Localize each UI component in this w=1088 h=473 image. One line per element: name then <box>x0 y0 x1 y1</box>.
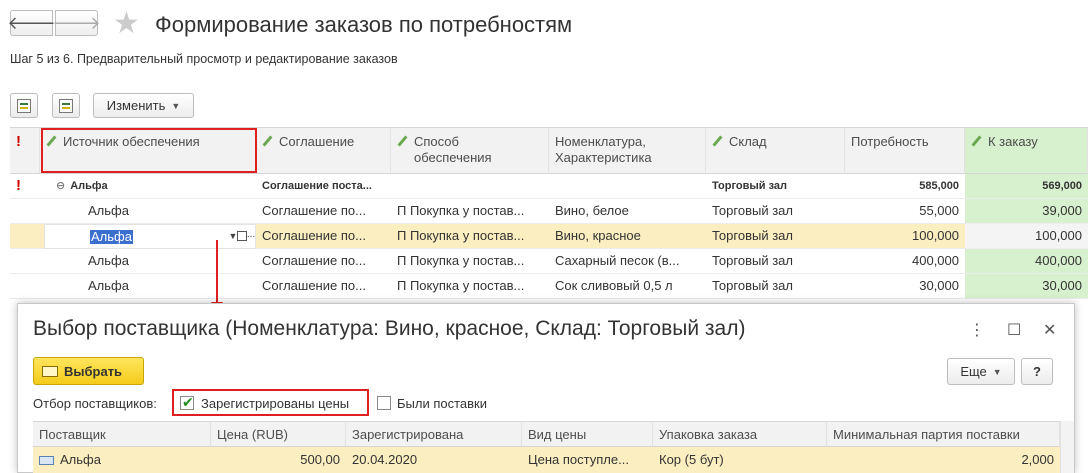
supplier-cell[interactable]: Альфа <box>33 447 211 473</box>
select-icon <box>42 365 58 377</box>
exclamation-icon: ! <box>16 133 21 150</box>
row-warehouse: Торговый зал <box>712 203 793 218</box>
column-header-agreement[interactable]: Соглашение <box>256 128 391 174</box>
row-to-order[interactable]: 39,000 <box>965 199 1088 223</box>
pencil-icon <box>397 136 408 147</box>
row-agreement: Соглашение по... <box>262 253 366 268</box>
table-row[interactable]: Альфа Соглашение по... П Покупка у поста… <box>10 199 1088 224</box>
column-header-warehouse[interactable]: Склад <box>706 128 845 174</box>
dialog-title: Выбор поставщика (Номенклатура: Вино, кр… <box>33 317 746 340</box>
column-header-min-batch[interactable]: Минимальная партия поставки <box>827 421 1060 447</box>
chevron-down-icon: ▼ <box>992 366 1002 377</box>
column-header-method[interactable]: Способ обеспечения <box>391 128 549 174</box>
price-type-cell[interactable]: Цена поступле... <box>522 447 653 473</box>
column-header-price[interactable]: Цена (RUB) <box>211 421 346 447</box>
dialog-menu-icon[interactable]: ⋮ <box>969 320 985 340</box>
exclamation-icon: ! <box>16 177 21 194</box>
open-form-icon[interactable] <box>237 231 247 241</box>
page-title: Формирование заказов по потребностям <box>155 12 573 37</box>
row-method: П Покупка у постав... <box>397 203 525 218</box>
group-need: 585,000 <box>919 180 959 192</box>
step-caption: Шаг 5 из 6. Предварительный просмотр и р… <box>10 52 398 66</box>
arrow-left-icon: 🡐 <box>7 12 56 33</box>
row-item: Вино, белое <box>555 203 629 218</box>
row-item: Вино, красное <box>555 228 641 243</box>
row-method: П Покупка у постав... <box>397 228 525 243</box>
forward-button[interactable]: 🡒 <box>52 10 101 36</box>
expand-list-icon <box>17 98 31 113</box>
pencil-icon <box>262 136 273 147</box>
row-source: Альфа <box>88 203 129 218</box>
registered-cell[interactable]: 20.04.2020 <box>346 447 522 473</box>
were-deliveries-label[interactable]: Были поставки <box>397 396 487 411</box>
min-batch-cell[interactable]: 2,000 <box>827 447 1060 473</box>
group-source: Альфа <box>70 180 108 192</box>
row-warehouse: Торговый зал <box>712 278 793 293</box>
package-cell[interactable]: Кор (5 бут) <box>653 447 827 473</box>
row-need: 30,000 <box>919 278 959 293</box>
more-button[interactable]: Еще ▼ <box>947 358 1015 385</box>
source-edit-value[interactable]: Альфа <box>90 230 133 244</box>
table-row[interactable]: Альфа Соглашение по... П Покупка у поста… <box>10 249 1088 274</box>
select-button[interactable]: Выбрать <box>33 357 144 385</box>
table-row-group[interactable]: ! ⊖ Альфа Соглашение поста... Торговый за… <box>10 174 1088 199</box>
row-agreement: Соглашение по... <box>262 228 366 243</box>
group-to-order: 569,000 <box>965 174 1088 198</box>
row-source: Альфа <box>88 278 129 293</box>
arrow-right-icon: 🡒 <box>52 12 101 33</box>
close-icon[interactable]: ✕ <box>1043 320 1056 340</box>
help-button[interactable]: ? <box>1021 358 1053 385</box>
supplier-selection-dialog: Выбор поставщика (Номенклатура: Вино, кр… <box>17 303 1075 473</box>
price-cell[interactable]: 500,00 <box>211 447 346 473</box>
dialog-scrollbar[interactable] <box>1060 421 1074 473</box>
group-agreement: Соглашение поста... <box>262 180 372 192</box>
pencil-icon <box>971 136 982 147</box>
column-header-package[interactable]: Упаковка заказа <box>653 421 827 447</box>
change-menu-label: Изменить <box>106 98 166 113</box>
row-agreement: Соглашение по... <box>262 278 366 293</box>
column-header-registered[interactable]: Зарегистрирована <box>346 421 522 447</box>
row-to-order[interactable]: 100,000 <box>965 224 1088 248</box>
row-warehouse: Торговый зал <box>712 253 793 268</box>
table-row-selected[interactable]: Альфа ▼ ... Соглашение по... П Покупка у… <box>10 224 1088 249</box>
row-method: П Покупка у постав... <box>397 253 525 268</box>
row-item: Сахарный песок (в... <box>555 253 680 268</box>
were-deliveries-checkbox[interactable] <box>377 396 391 410</box>
column-header-alert[interactable]: ! <box>10 128 40 174</box>
column-header-price-type[interactable]: Вид цены <box>522 421 653 447</box>
collapse-group-icon[interactable]: ⊖ <box>56 180 65 192</box>
row-method: П Покупка у постав... <box>397 278 525 293</box>
column-header-supplier[interactable]: Поставщик <box>33 421 211 447</box>
row-to-order[interactable]: 30,000 <box>965 274 1088 298</box>
row-warehouse: Торговый зал <box>712 228 793 243</box>
group-warehouse: Торговый зал <box>712 180 788 192</box>
row-need: 55,000 <box>919 203 959 218</box>
highlight-frame-source-column <box>41 128 257 173</box>
column-header-need[interactable]: Потребность <box>845 128 965 174</box>
row-source: Альфа <box>88 253 129 268</box>
row-need: 400,000 <box>912 253 959 268</box>
add-group-button[interactable] <box>52 93 80 118</box>
favorite-star-icon[interactable]: ★ <box>113 6 140 41</box>
column-header-item[interactable]: Номенклатура, Характеристика <box>549 128 706 174</box>
add-group-icon <box>59 98 73 113</box>
supplier-icon <box>39 456 54 466</box>
highlight-frame-registered-filter <box>172 389 369 416</box>
row-agreement: Соглашение по... <box>262 203 366 218</box>
back-button[interactable]: 🡐 <box>7 10 56 36</box>
row-item: Сок сливовый 0,5 л <box>555 278 673 293</box>
maximize-icon[interactable]: ☐ <box>1007 320 1021 340</box>
row-to-order[interactable]: 400,000 <box>965 249 1088 273</box>
pencil-icon <box>712 136 723 147</box>
column-header-to-order[interactable]: К заказу <box>965 128 1088 174</box>
chevron-down-icon: ▼ <box>171 100 181 111</box>
change-menu-button[interactable]: Изменить ▼ <box>93 93 194 118</box>
row-need: 100,000 <box>912 228 959 243</box>
expand-list-button[interactable] <box>10 93 38 118</box>
filter-label: Отбор поставщиков: <box>33 396 157 411</box>
table-row[interactable]: Альфа Соглашение по... П Покупка у поста… <box>10 274 1088 299</box>
